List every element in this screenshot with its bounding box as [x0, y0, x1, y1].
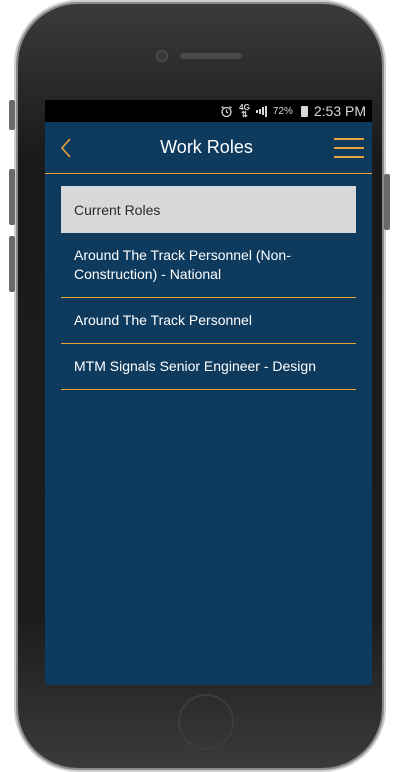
- power-button: [384, 174, 390, 230]
- clock-time: 2:53 PM: [313, 103, 366, 119]
- alarm-clock-icon: [220, 105, 233, 118]
- status-bar: 4G ⇅ 72% 2:53 PM: [45, 100, 372, 122]
- list-item[interactable]: MTM Signals Senior Engineer - Design: [61, 344, 356, 390]
- network-indicator: 4G ⇅: [239, 104, 250, 119]
- battery-percent: 72%: [272, 105, 293, 117]
- earpiece-speaker: [180, 53, 242, 59]
- chevron-left-icon[interactable]: [53, 135, 79, 161]
- signal-strength-icon: [255, 105, 267, 117]
- roles-list: Current Roles Around The Track Personnel…: [45, 174, 372, 390]
- page-title: Work Roles: [160, 137, 253, 157]
- volume-down-button: [9, 236, 15, 292]
- mute-switch: [9, 100, 15, 130]
- hamburger-menu-icon[interactable]: [333, 135, 364, 161]
- list-item[interactable]: Around The Track Personnel (Non-Construc…: [61, 233, 356, 298]
- home-button[interactable]: [178, 694, 234, 750]
- battery-icon: [300, 105, 308, 117]
- section-header: Current Roles: [61, 186, 356, 233]
- app-screen: 4G ⇅ 72% 2:53 PM Work Roles Current Role…: [45, 100, 372, 685]
- front-camera: [156, 50, 168, 62]
- list-item[interactable]: Around The Track Personnel: [61, 298, 356, 344]
- volume-up-button: [9, 169, 15, 225]
- data-arrows: ⇅: [241, 110, 248, 119]
- navigation-bar: Work Roles: [45, 122, 372, 174]
- phone-frame: 4G ⇅ 72% 2:53 PM Work Roles Current Role…: [9, 4, 390, 768]
